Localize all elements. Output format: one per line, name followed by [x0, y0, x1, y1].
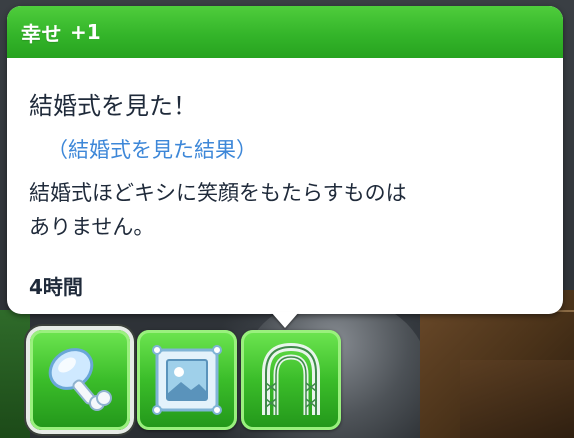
wedding-arch-icon [262, 343, 320, 415]
moodlet-tile-drumstick[interactable] [30, 330, 130, 430]
description-line-1: 結婚式ほどキシに笑顔をもたらすものは [29, 181, 407, 205]
moodlet-tile-arch[interactable] [241, 330, 341, 430]
tooltip-pointer [271, 312, 299, 328]
moodlet-tooltip: 幸せ +1 結婚式を見た！ （結婚式を見た結果） 結婚式ほどキシに笑顔をもたらす… [7, 6, 563, 314]
emotion-label: 幸せ [21, 21, 62, 46]
moodlet-tile-picture[interactable] [137, 330, 237, 430]
moodlet-description: 結婚式ほどキシに笑顔をもたらすものは ありません。 [29, 176, 549, 244]
moodlet-cause: （結婚式を見た結果） [47, 138, 257, 162]
description-line-2: ありません。 [29, 215, 155, 239]
foliage-background [0, 310, 30, 438]
moodlet-title: 結婚式を見た！ [29, 92, 197, 120]
emotion-header: 幸せ +1 [7, 6, 563, 58]
picture-frame-icon [152, 345, 222, 415]
drumstick-icon [48, 348, 112, 411]
emotion-value: +1 [70, 20, 101, 44]
moodlet-duration: 4時間 [29, 275, 83, 299]
